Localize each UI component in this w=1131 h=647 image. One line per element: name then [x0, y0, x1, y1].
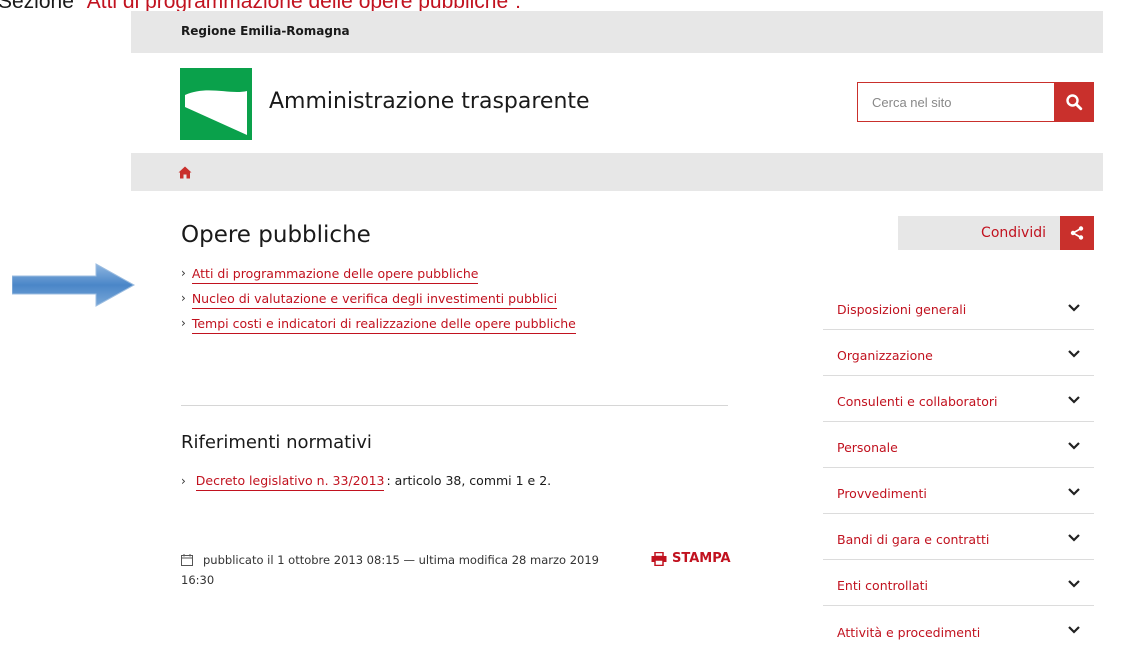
calendar-icon — [181, 553, 193, 571]
sidebar-item-provvedimenti[interactable]: Provvedimenti — [823, 468, 1094, 514]
chevron-right-icon: › — [181, 266, 186, 280]
print-button[interactable]: STAMPA — [651, 551, 731, 566]
section-links: › Atti di programmazione delle opere pub… — [181, 266, 576, 341]
search-input[interactable] — [857, 82, 1054, 122]
home-link[interactable] — [178, 164, 192, 183]
sidebar-item-consulenti-collaboratori[interactable]: Consulenti e collaboratori — [823, 376, 1094, 422]
sidebar-item-label: Disposizioni generali — [837, 302, 967, 317]
page-title: Opere pubbliche — [181, 222, 371, 248]
sidebar-item-disposizioni-generali[interactable]: Disposizioni generali — [823, 284, 1094, 330]
site-title[interactable]: Amministrazione trasparente — [269, 89, 590, 114]
sidebar-item-label: Consulenti e collaboratori — [837, 394, 998, 409]
chevron-right-icon: › — [181, 316, 186, 330]
search-box — [857, 82, 1094, 122]
chevron-right-icon: › — [181, 474, 186, 488]
chevron-down-icon[interactable] — [1068, 578, 1080, 588]
sidebar-item-label: Bandi di gara e contratti — [837, 532, 990, 547]
link-tempi-costi[interactable]: Tempi costi e indicatori di realizzazion… — [191, 316, 576, 334]
list-item: › Atti di programmazione delle opere pub… — [181, 266, 576, 291]
printer-icon — [651, 551, 667, 566]
riferimenti-title: Riferimenti normativi — [181, 432, 372, 453]
sidebar-item-attivita-procedimenti[interactable]: Attività e procedimenti — [823, 606, 1094, 647]
breadcrumb — [131, 153, 1103, 191]
region-name[interactable]: Regione Emilia-Romagna — [181, 24, 350, 38]
chevron-down-icon[interactable] — [1068, 486, 1080, 496]
publication-text: pubblicato il 1 ottobre 2013 08:15 — ult… — [181, 553, 599, 587]
share-label[interactable]: Condividi — [898, 216, 1060, 250]
home-icon — [178, 166, 192, 179]
sidebar-item-organizzazione[interactable]: Organizzazione — [823, 330, 1094, 376]
divider — [181, 405, 728, 406]
logo-shape-icon — [185, 73, 247, 135]
arrow-pointer-icon — [11, 262, 136, 312]
chevron-down-icon[interactable] — [1068, 624, 1080, 634]
list-item: › Tempi costi e indicatori di realizzazi… — [181, 316, 576, 341]
share-button[interactable] — [1060, 216, 1094, 250]
sidebar-item-label: Provvedimenti — [837, 486, 927, 501]
chevron-down-icon[interactable] — [1068, 440, 1080, 450]
print-label: STAMPA — [672, 551, 731, 566]
link-nucleo-valutazione[interactable]: Nucleo di valutazione e verifica degli i… — [191, 291, 558, 309]
sidebar-item-label: Organizzazione — [837, 348, 933, 363]
chevron-right-icon: › — [181, 291, 186, 305]
share-icon — [1070, 226, 1084, 240]
decreto-link[interactable]: Decreto legislativo n. 33/2013 — [195, 473, 385, 491]
list-item: › Nucleo di valutazione e verifica degli… — [181, 291, 576, 316]
chevron-down-icon[interactable] — [1068, 394, 1080, 404]
decreto-details: : articolo 38, commi 1 e 2. — [386, 473, 552, 488]
sidebar-item-bandi-gara[interactable]: Bandi di gara e contratti — [823, 514, 1094, 560]
sidebar-item-personale[interactable]: Personale — [823, 422, 1094, 468]
region-logo[interactable] — [180, 68, 252, 140]
logo-emblem — [185, 73, 247, 135]
sidebar-item-enti-controllati[interactable]: Enti controllati — [823, 560, 1094, 606]
publication-info: pubblicato il 1 ottobre 2013 08:15 — ult… — [181, 551, 631, 589]
region-bar: Regione Emilia-Romagna — [131, 11, 1103, 53]
share-widget[interactable]: Condividi — [898, 216, 1094, 250]
caption-prefix: Sezione — [0, 0, 80, 13]
search-icon — [1066, 94, 1083, 111]
chevron-down-icon[interactable] — [1068, 532, 1080, 542]
sidebar-item-label: Attività e procedimenti — [837, 624, 981, 640]
sidebar-item-label: Personale — [837, 440, 898, 455]
sidebar-menu: Disposizioni generali Organizzazione Con… — [823, 284, 1094, 647]
search-button[interactable] — [1054, 82, 1094, 122]
chevron-down-icon[interactable] — [1068, 302, 1080, 312]
chevron-down-icon[interactable] — [1068, 348, 1080, 358]
link-atti-programmazione[interactable]: Atti di programmazione delle opere pubbl… — [191, 266, 479, 284]
sidebar-item-label: Enti controllati — [837, 578, 929, 593]
riferimenti-item: › Decreto legislativo n. 33/2013: artico… — [181, 473, 552, 491]
